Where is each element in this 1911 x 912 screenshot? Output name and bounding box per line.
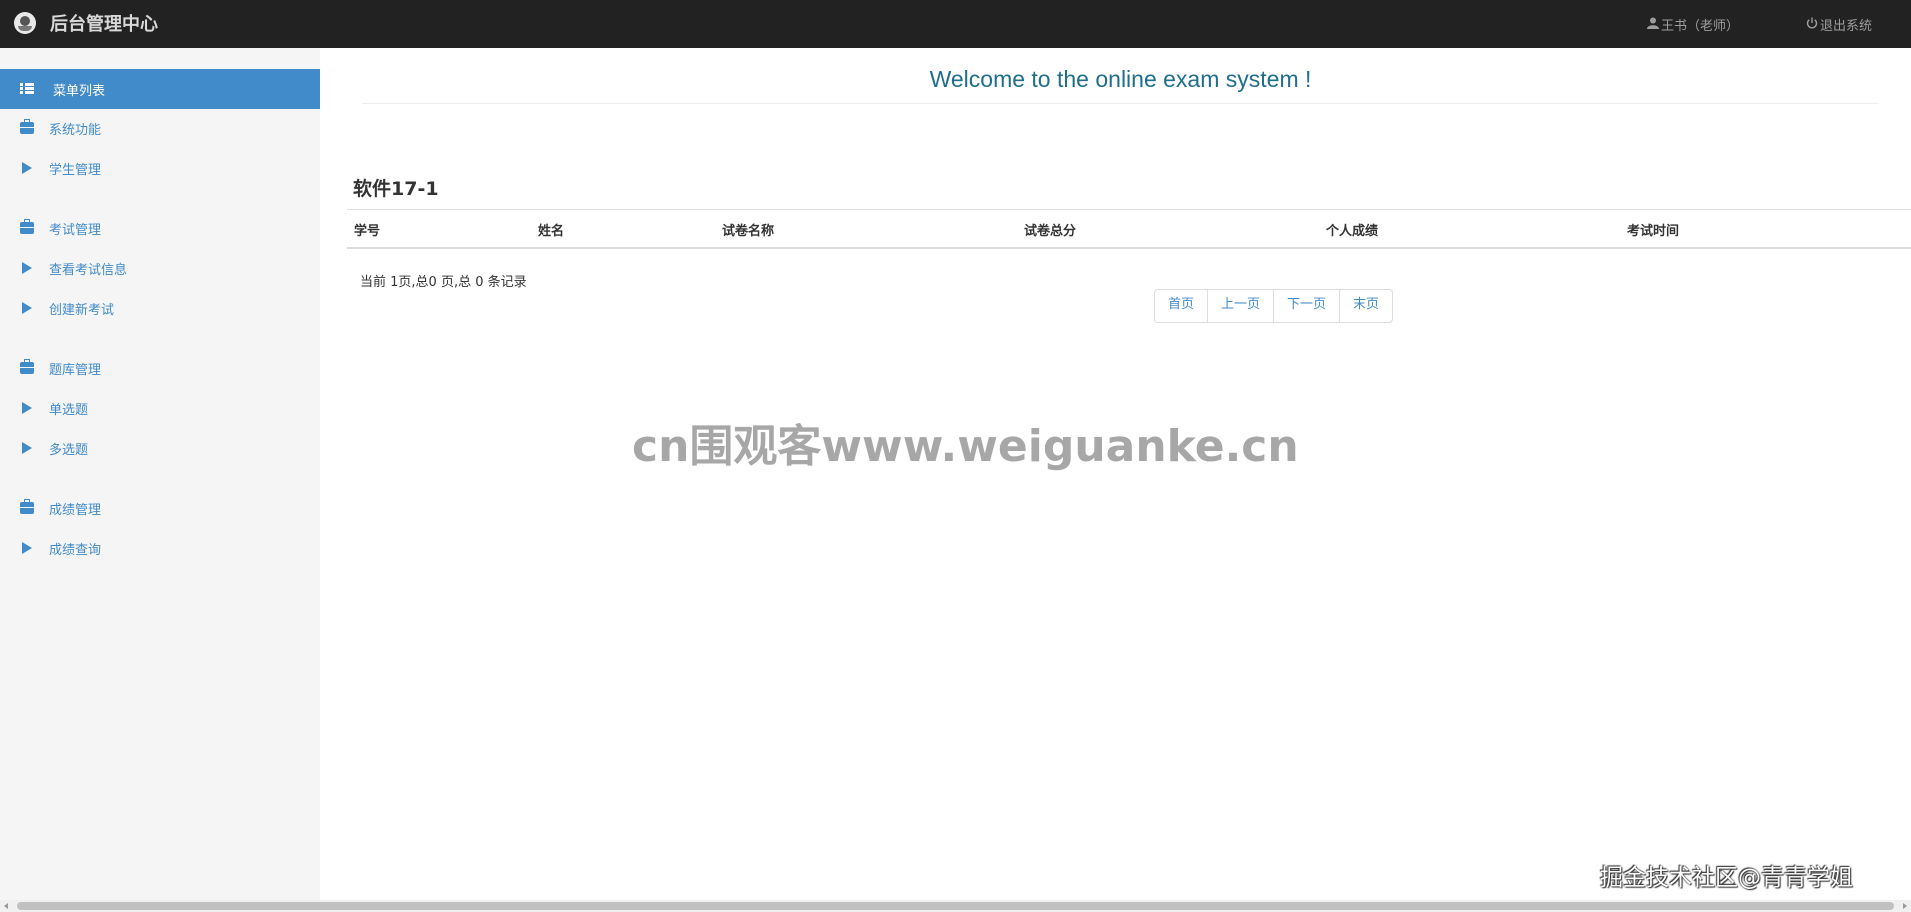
sidebar-item-label: 单选题 xyxy=(49,403,89,418)
user-icon xyxy=(1647,17,1659,33)
watermark: cn围观客www.weiguanke.cn xyxy=(632,421,1299,472)
top-navbar: 后台管理中心 王书（老师） 退出系统 xyxy=(0,0,1911,48)
briefcase-icon xyxy=(20,219,34,234)
sidebar-item-label: 成绩查询 xyxy=(49,543,102,558)
column-header-paper-total: 试卷总分 xyxy=(1024,224,1077,239)
scroll-left-icon[interactable] xyxy=(4,903,8,909)
brand[interactable]: 后台管理中心 xyxy=(14,10,158,36)
next-page-link[interactable]: 下一页 xyxy=(1273,290,1339,322)
triangle-right-icon xyxy=(22,402,32,414)
divider xyxy=(362,103,1879,104)
table-top-border xyxy=(347,209,1911,210)
last-page-link[interactable]: 末页 xyxy=(1339,290,1392,322)
app-title: 后台管理中心 xyxy=(50,14,158,35)
briefcase-icon xyxy=(20,359,34,374)
triangle-right-icon xyxy=(22,442,32,454)
user-menu[interactable]: 王书（老师） xyxy=(1647,15,1739,34)
column-header-paper-name: 试卷名称 xyxy=(722,224,775,239)
pagination: 首页 上一页 下一页 末页 xyxy=(1154,289,1394,323)
logout-label: 退出系统 xyxy=(1820,19,1873,34)
sidebar-item-label: 系统功能 xyxy=(49,123,102,138)
triangle-right-icon xyxy=(22,262,32,274)
sidebar-item-label: 成绩管理 xyxy=(49,503,102,518)
scroll-right-icon[interactable] xyxy=(1903,903,1907,909)
briefcase-icon xyxy=(20,499,34,514)
triangle-right-icon xyxy=(22,302,32,314)
logout-button[interactable]: 退出系统 xyxy=(1806,15,1872,34)
class-title: 软件17-1 xyxy=(353,178,439,200)
column-header-name: 姓名 xyxy=(538,224,565,239)
column-header-exam-time: 考试时间 xyxy=(1627,224,1680,239)
sidebar: 菜单列表 系统功能 学生管理 考试管理 查看考试信息 创建新考试 题库管理 单选… xyxy=(0,48,320,900)
scrollbar-thumb[interactable] xyxy=(17,902,1894,910)
triangle-right-icon xyxy=(22,542,32,554)
signature-watermark: 掘金技术社区@青青学姐 xyxy=(1600,865,1853,891)
sidebar-item-label: 查看考试信息 xyxy=(49,263,128,278)
horizontal-scrollbar[interactable] xyxy=(0,900,1911,912)
welcome-heading: Welcome to the online exam system ! xyxy=(929,66,1312,92)
pagination-info: 当前 1页,总0 页,总 0 条记录 xyxy=(360,275,527,290)
user-name: 王书（老师） xyxy=(1661,19,1740,34)
briefcase-icon xyxy=(20,119,34,134)
sidebar-item-label: 考试管理 xyxy=(49,223,102,238)
menu-list-label: 菜单列表 xyxy=(53,83,106,99)
power-icon xyxy=(1806,17,1818,33)
prev-page-link[interactable]: 上一页 xyxy=(1207,290,1273,322)
first-page-link[interactable]: 首页 xyxy=(1155,290,1207,322)
main-content: Welcome to the online exam system ! 软件17… xyxy=(320,48,1911,900)
menu-list-header[interactable]: 菜单列表 xyxy=(0,69,320,109)
sidebar-item-label: 学生管理 xyxy=(49,163,102,178)
column-header-student-id: 学号 xyxy=(354,224,381,239)
sidebar-item-label: 题库管理 xyxy=(49,363,102,378)
sidebar-item-label: 创建新考试 xyxy=(49,303,115,318)
table-header-border xyxy=(347,247,1911,249)
list-icon xyxy=(20,83,34,95)
triangle-right-icon xyxy=(22,162,32,174)
logo-icon xyxy=(14,12,36,34)
column-header-personal-score: 个人成绩 xyxy=(1326,224,1379,239)
sidebar-item-label: 多选题 xyxy=(49,443,89,458)
